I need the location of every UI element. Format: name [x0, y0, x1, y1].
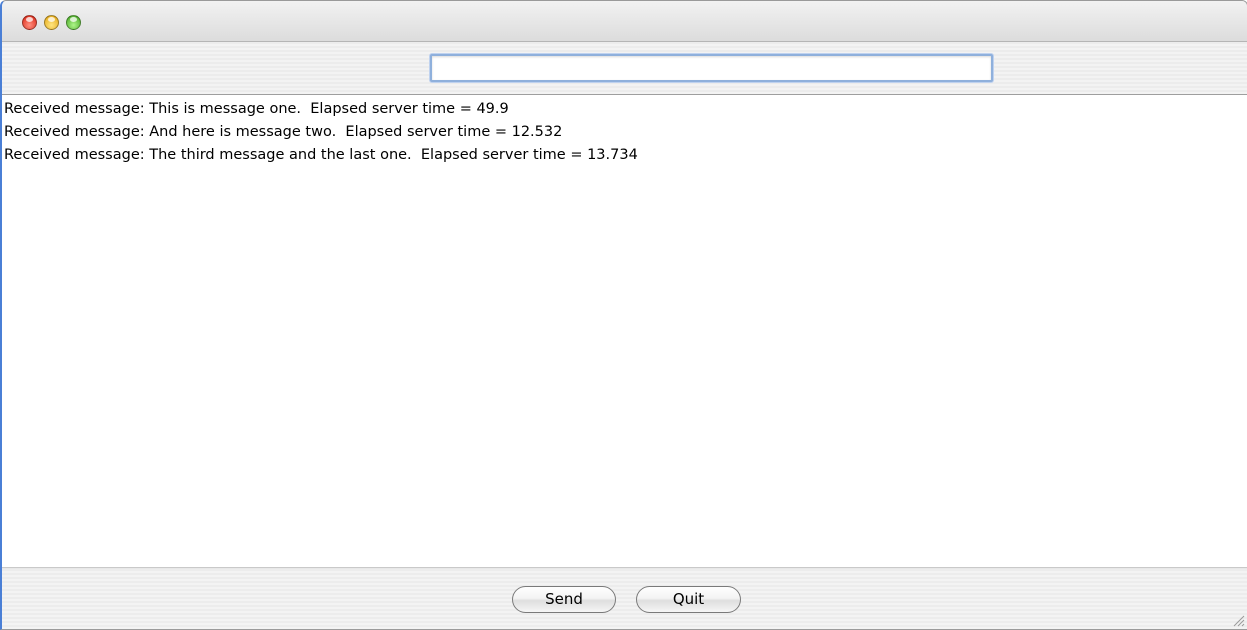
close-window-icon[interactable]: [22, 15, 37, 30]
app-window: Received message: This is message one. E…: [0, 0, 1247, 630]
log-line: Received message: The third message and …: [4, 147, 638, 163]
log-line: Received message: This is message one. E…: [4, 101, 509, 117]
zoom-window-icon[interactable]: [66, 15, 81, 30]
button-bar: Send Quit: [2, 569, 1247, 629]
title-bar[interactable]: [2, 1, 1247, 42]
quit-button[interactable]: Quit: [636, 586, 741, 613]
send-button[interactable]: Send: [512, 586, 616, 613]
resize-grip-icon[interactable]: [1231, 613, 1245, 627]
message-log[interactable]: Received message: This is message one. E…: [2, 95, 1247, 568]
message-input[interactable]: [430, 54, 993, 82]
minimize-window-icon[interactable]: [44, 15, 59, 30]
input-bar: [2, 42, 1247, 95]
log-line: Received message: And here is message tw…: [4, 124, 563, 140]
